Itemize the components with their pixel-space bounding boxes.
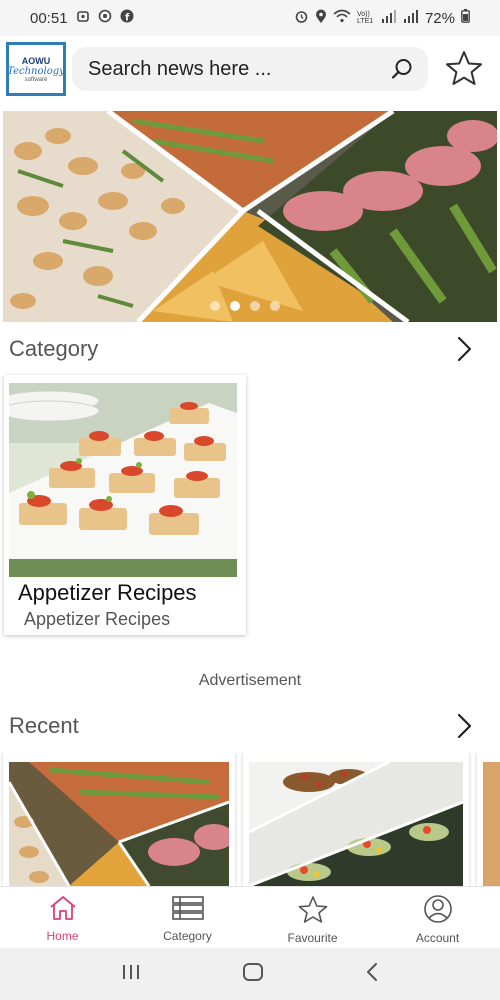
- system-navigation-bar: [0, 948, 500, 1000]
- carousel-dot-active[interactable]: [230, 301, 240, 311]
- back-icon[interactable]: [364, 962, 380, 987]
- recent-card[interactable]: [477, 752, 500, 886]
- banner-carousel[interactable]: [3, 111, 497, 322]
- sync-icon: [98, 9, 112, 27]
- logo-line-3: software: [24, 76, 48, 83]
- banner-image: [3, 111, 497, 322]
- recent-apps-icon[interactable]: [120, 963, 142, 986]
- star-icon: [445, 50, 483, 91]
- nav-favourite-label: Favourite: [287, 931, 338, 945]
- nav-home-label: Home: [46, 929, 79, 943]
- carousel-dot[interactable]: [270, 301, 280, 311]
- list-icon: [171, 895, 204, 926]
- logo-line-1: AOWU: [21, 55, 51, 66]
- category-card-title: Appetizer Recipes: [18, 580, 197, 605]
- category-card-subtitle: Appetizer Recipes: [24, 609, 171, 629]
- recent-card-image: [9, 762, 229, 886]
- home-button-icon[interactable]: [242, 962, 264, 987]
- nav-category-label: Category: [163, 929, 212, 943]
- home-icon: [48, 895, 78, 926]
- recent-section-title: Recent: [9, 713, 79, 738]
- nav-home[interactable]: Home: [0, 887, 125, 948]
- notification-icon: [76, 9, 90, 27]
- recent-card[interactable]: [3, 752, 235, 886]
- category-image: [9, 383, 237, 577]
- wifi-icon: [333, 9, 351, 27]
- alarm-icon: [294, 9, 309, 28]
- search-bar[interactable]: [72, 47, 428, 91]
- search-icon[interactable]: [390, 57, 414, 86]
- star-icon: [298, 895, 328, 928]
- status-time: 00:51: [30, 9, 68, 27]
- account-icon: [423, 895, 453, 928]
- battery-percent: 72%: [424, 9, 455, 27]
- recent-card[interactable]: [243, 752, 469, 886]
- app-header: AOWU Technology software: [0, 36, 500, 104]
- signal-icon-2: [403, 9, 419, 27]
- recent-card-image: [249, 762, 463, 886]
- carousel-indicator: [210, 301, 280, 311]
- battery-icon: [461, 9, 470, 27]
- favourite-button[interactable]: [444, 50, 484, 90]
- network-label: Vo)) LTE1: [356, 11, 374, 25]
- category-section-title: Category: [9, 336, 99, 361]
- category-card[interactable]: Appetizer Recipes Appetizer Recipes: [4, 375, 246, 635]
- signal-icon: [381, 9, 397, 27]
- search-input[interactable]: [88, 57, 378, 81]
- facebook-icon: f: [120, 9, 134, 27]
- chevron-right-icon[interactable]: [450, 335, 478, 363]
- status-bar: 00:51 f Vo)) LTE1 72%: [0, 0, 500, 36]
- nav-favourite[interactable]: Favourite: [250, 887, 375, 948]
- recent-card-image: [483, 762, 500, 886]
- chevron-right-icon[interactable]: [450, 712, 478, 740]
- svg-text:f: f: [125, 13, 130, 24]
- advertisement-label: Advertisement: [198, 672, 302, 689]
- logo-line-2: Technology: [7, 65, 65, 77]
- recent-section-header: Recent: [0, 706, 500, 746]
- carousel-dot[interactable]: [210, 301, 220, 311]
- category-section-header: Category: [0, 329, 500, 369]
- recent-list: [0, 752, 500, 886]
- nav-account-label: Account: [415, 931, 460, 945]
- nav-category[interactable]: Category: [125, 887, 250, 948]
- carousel-dot[interactable]: [250, 301, 260, 311]
- app-logo[interactable]: AOWU Technology software: [6, 42, 66, 96]
- location-icon: [315, 9, 327, 28]
- nav-account[interactable]: Account: [375, 887, 500, 948]
- bottom-navigation: Home Category Favourite Account: [0, 886, 500, 948]
